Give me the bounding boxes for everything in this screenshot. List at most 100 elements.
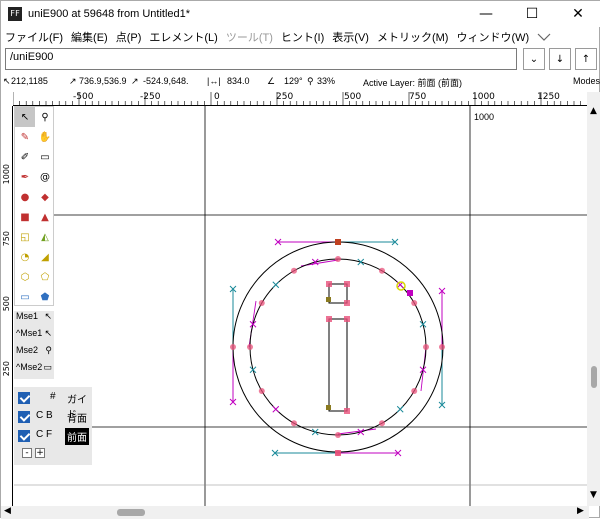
layer-row-back[interactable]: C B 背面 [14,408,92,426]
layer-visible-checkbox[interactable] [18,411,30,423]
title-bar[interactable]: FF uniE900 at 59648 from Untitled1* — ☐ … [1,1,600,27]
ruler-label-250: 250 [276,92,294,102]
menu-bar: ファイル(F) 編集(E) 点(P) エレメント(L) ツール(T) ヒント(I… [1,27,600,47]
ruler-tool[interactable]: ▭ [35,147,55,167]
flip-icon: ◭ [41,231,49,243]
scale-tool[interactable]: ◱ [15,227,35,247]
previous-glyph-button[interactable]: ↓ [549,48,571,70]
ruler-label-750: 750 [409,92,427,102]
layer-row-fore[interactable]: C F 前面 [14,427,92,445]
menu-window[interactable]: ウィンドウ(W) [452,29,533,45]
skew-tool[interactable]: ◢ [35,247,55,267]
remove-layer-button[interactable]: - [22,448,32,458]
perspective-icon: ⬠ [40,271,50,283]
magnify-icon: ⚲ [45,345,52,355]
menu-view[interactable]: 表示(V) [328,29,373,45]
minimize-button[interactable]: — [463,1,509,27]
menu-overflow-chevron-icon[interactable] [537,33,551,41]
flip-tool[interactable]: ◭ [35,227,55,247]
menu-metrics[interactable]: メトリック(M) [373,29,453,45]
rotate-tool[interactable]: ◔ [15,247,35,267]
minimize-icon: — [479,6,493,22]
layer-row-guide[interactable]: # ガイド [14,389,92,421]
vertical-scroll-thumb[interactable] [591,366,597,388]
perspective-tool[interactable]: ⬠ [35,267,55,287]
scroll-down-icon[interactable]: ▼ [590,490,597,500]
tool-palette: ↖ ⚲ ✎ ✋ ✐ ▭ ✒ @ ● ◆ ■ ▲ ◱ ◭ ◔ ◢ ⬡ ⬠ ▭ ⬟ [14,106,54,306]
window-title: uniE900 at 59648 from Untitled1* [28,8,191,20]
tangent-point-icon: ▲ [41,211,49,223]
close-button[interactable]: ✕ [555,1,600,27]
layer-name[interactable]: 背面 [65,409,89,426]
magnify-tool[interactable]: ⚲ [35,107,55,127]
menu-hints[interactable]: ヒント(I) [277,29,328,45]
tangent-point-tool[interactable]: ▲ [35,207,55,227]
chevron-down-icon: ⌄ [529,53,539,65]
ruler-label-500: 500 [344,92,362,102]
stem-contour [328,318,348,412]
dot-start-point [326,297,331,302]
maximize-button[interactable]: ☐ [509,1,555,27]
spiro-tool[interactable]: @ [35,167,55,187]
rectangle-tool[interactable]: ▭ [15,287,35,307]
info-bar: ↖ 212,1185 ↗ 736.9,536.9 ↗ -524.9,648. |… [1,74,600,90]
menu-element[interactable]: エレメント(L) [145,29,221,45]
corner-point-tool[interactable]: ■ [15,207,35,227]
mouse2-binding: Mse2 ⚲ [14,345,54,362]
glyph-canvas[interactable]: 1000 [14,106,587,506]
inner-curve-point [335,432,341,438]
next-glyph-button[interactable]: ↑ [575,48,597,70]
layer-visible-checkbox[interactable] [18,430,30,442]
knife-tool[interactable]: ✐ [15,147,35,167]
menu-file[interactable]: ファイル(F) [1,29,67,45]
inner-handle-marker [311,428,319,436]
hand-icon: ✋ [38,131,52,143]
inner-curve-point [335,256,341,262]
inner-handle-marker [357,258,365,266]
delta-icon: ↗ [131,76,139,86]
delta-position: -524.9,648. [143,76,189,86]
inner-curve-point [423,344,429,350]
inner-curve-point [411,388,418,394]
hv-curve-point-tool[interactable]: ◆ [35,187,55,207]
outer-circle-contour [232,241,444,453]
3d-rotate-tool[interactable]: ⬡ [15,267,35,287]
menu-point[interactable]: 点(P) [112,29,146,45]
scroll-left-icon[interactable]: ◀ [4,506,11,516]
menu-edit[interactable]: 編集(E) [67,29,112,45]
stem-start-point [326,405,331,410]
layer-name-selected[interactable]: 前面 [65,428,89,445]
glyph-path-input[interactable]: /uniE900 [5,48,517,70]
angle-value: 129° [284,76,303,86]
horizontal-scrollbar[interactable]: ◀ ▶ [1,506,589,519]
scroll-tool[interactable]: ✋ [35,127,55,147]
zoom-value: 33% [317,76,336,86]
vertical-scrollbar[interactable]: ▲ ▼ [587,92,600,506]
stem-corner-point [344,316,350,322]
pointer-tool[interactable]: ↖ [15,107,35,127]
add-layer-button[interactable]: + [35,448,45,458]
horizontal-scroll-thumb[interactable] [117,509,145,516]
distance-value: 834.0 [227,76,250,86]
glyph-drawing: 1000 [14,106,587,506]
control-point-markers [229,238,446,457]
polygon-tool[interactable]: ⬟ [35,287,55,307]
layer-visible-checkbox[interactable] [18,392,30,404]
horizontal-ruler: -500 -250 0 250 500 750 1000 1250 [13,92,587,106]
freehand-tool[interactable]: ✎ [15,127,35,147]
pen-tool[interactable]: ✒ [15,167,35,187]
scroll-up-icon[interactable]: ▲ [590,106,597,116]
inner-curve-point [379,267,385,274]
ruler-icon: ▭ [43,362,52,372]
angle-icon: ∠ [267,76,276,86]
stem-corner-point [344,408,350,414]
curve-point-tool[interactable]: ● [15,187,35,207]
spiral-icon: @ [40,171,50,183]
inner-curve-point [379,420,385,427]
path-dropdown-button[interactable]: ⌄ [523,48,545,70]
vertical-ruler: 1000 750 500 250 [1,106,13,506]
outer-start-point [335,239,341,245]
mouse1-binding: Mse1 ↖ [14,311,54,328]
ctrl-mouse1-binding: ^Mse1 ↖ [14,328,54,345]
scroll-right-icon[interactable]: ▶ [577,506,584,516]
